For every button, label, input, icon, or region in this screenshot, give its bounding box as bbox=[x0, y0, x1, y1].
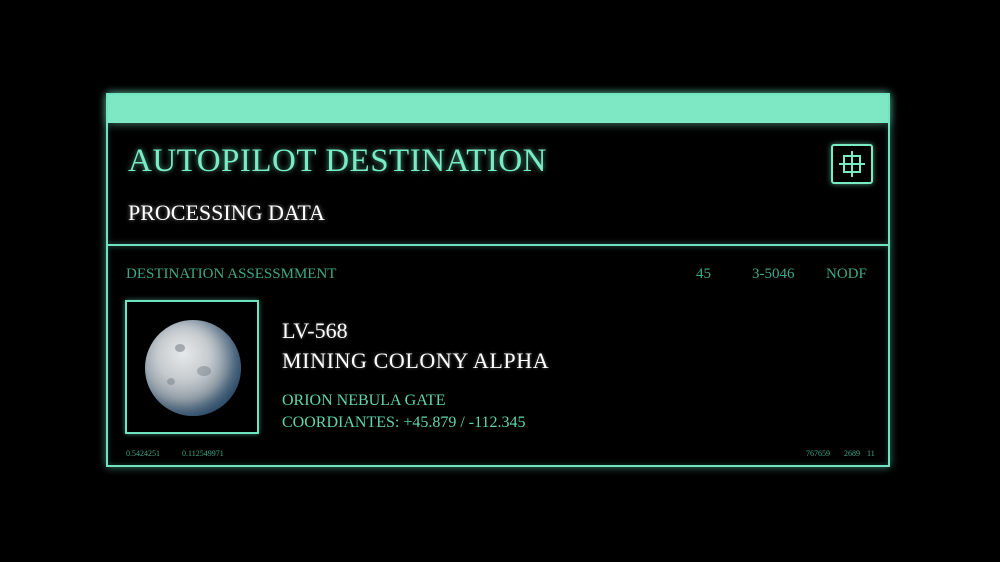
assessment-value-2: 3-5046 bbox=[752, 266, 795, 282]
crosshair-icon bbox=[839, 151, 865, 177]
planet-crater bbox=[197, 366, 211, 376]
assessment-label: DESTINATION ASSESSMMENT bbox=[126, 266, 337, 282]
footer-readout-right-3: 11 bbox=[867, 449, 875, 458]
planet-icon bbox=[145, 320, 241, 416]
destination-id: LV-568 bbox=[282, 318, 348, 343]
footer-readout-right-1: 767659 bbox=[806, 449, 830, 458]
processing-status: PROCESSING DATA bbox=[128, 200, 325, 225]
hud-screen: AUTOPILOT DESTINATION PROCESSING DATA DE… bbox=[0, 0, 1000, 562]
destination-name: MINING COLONY ALPHA bbox=[282, 348, 550, 373]
destination-region: ORION NEBULA GATE bbox=[282, 392, 446, 409]
panel-title: AUTOPILOT DESTINATION bbox=[128, 143, 548, 179]
panel-header-bar bbox=[108, 95, 888, 123]
footer-readout-left-1: 0.5424251 bbox=[126, 449, 160, 458]
footer-readout-left-2: 0.112549971 bbox=[182, 449, 224, 458]
section-divider bbox=[108, 244, 888, 246]
footer-readout-right-2: 2689 bbox=[844, 449, 860, 458]
planet-crater bbox=[167, 378, 175, 385]
assessment-code: NODF bbox=[826, 266, 867, 282]
planet-crater bbox=[175, 344, 185, 352]
destination-coordinates: COORDIANTES: +45.879 / -112.345 bbox=[282, 414, 526, 431]
crosshair-button[interactable] bbox=[831, 144, 873, 184]
assessment-value-1: 45 bbox=[696, 266, 711, 282]
destination-panel: AUTOPILOT DESTINATION PROCESSING DATA DE… bbox=[106, 93, 890, 467]
destination-image-frame bbox=[125, 300, 259, 434]
